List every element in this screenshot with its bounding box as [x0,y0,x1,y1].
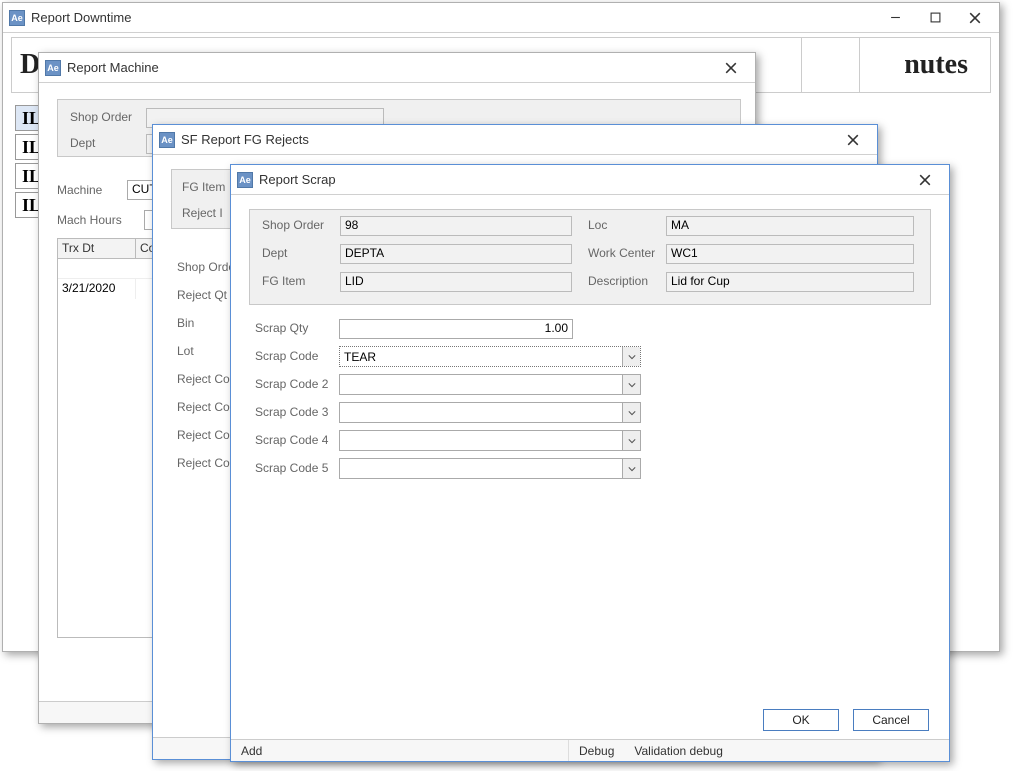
window-title: Report Downtime [31,10,131,25]
desc-field: Lid for Cup [666,272,914,292]
titlebar-scrap[interactable]: Ae Report Scrap [231,165,949,195]
scrap-code2-combo[interactable] [339,374,641,395]
chevron-down-icon[interactable] [622,459,640,478]
label-sc3: Scrap Code 3 [255,405,328,419]
label-scrap-code: Scrap Code [255,349,318,363]
app-icon: Ae [159,132,175,148]
scrap-code3-combo[interactable] [339,402,641,423]
loc-field: MA [666,216,914,236]
grid-cell[interactable]: 3/21/2020 [58,279,136,299]
label-sc5: Scrap Code 5 [255,461,328,475]
wc-field: WC1 [666,244,914,264]
close-button[interactable] [955,5,995,31]
label-sc4: Scrap Code 4 [255,433,328,447]
scrap-qty-field[interactable]: 1.00 [339,319,573,339]
label-machine: Machine [57,183,102,197]
close-button[interactable] [711,55,751,81]
status-validation-debug[interactable]: Validation debug [624,740,733,761]
label-loc: Loc [588,218,607,232]
label-rc2: Reject Co [177,393,235,421]
label-fgitem: FG Item [262,274,305,288]
label-bin: Bin [177,309,235,337]
close-button[interactable] [833,127,873,153]
chevron-down-icon[interactable] [622,347,640,366]
minimize-button[interactable] [875,5,915,31]
status-debug[interactable]: Debug [569,740,624,761]
window-title: Report Scrap [259,172,336,187]
maximize-button[interactable] [915,5,955,31]
label-desc: Description [588,274,648,288]
window-report-scrap: Ae Report Scrap Shop Order 98 Dept DEPTA… [230,164,950,762]
chevron-down-icon[interactable] [622,403,640,422]
scrap-code-combo[interactable]: TEAR [339,346,641,367]
label-scrap-qty: Scrap Qty [255,321,308,335]
chevron-down-icon[interactable] [622,375,640,394]
dept-field: DEPTA [340,244,572,264]
label-rejecti: Reject I [182,206,223,220]
chevron-down-icon[interactable] [622,431,640,450]
scrap-code5-combo[interactable] [339,458,641,479]
app-icon: Ae [9,10,25,26]
label-shoporde: Shop Orde [177,253,235,281]
titlebar-machine[interactable]: Ae Report Machine [39,53,755,83]
status-add[interactable]: Add [231,740,569,761]
label-rc3: Reject Co [177,421,235,449]
shop-order-field: 98 [340,216,572,236]
scrap-header-box: Shop Order 98 Dept DEPTA FG Item LID Loc… [249,209,931,305]
label-dept: Dept [262,246,287,260]
label-dept: Dept [70,136,95,150]
machine-grid[interactable]: Trx Dt Co 3/21/2020 [57,238,167,638]
ok-button[interactable]: OK [763,709,839,731]
scrap-code-value: TEAR [340,350,622,364]
label-shop-order: Shop Order [262,218,324,232]
label-rc4: Reject Co [177,449,235,477]
label-shop-order: Shop Order [70,110,132,124]
cancel-button[interactable]: Cancel [853,709,929,731]
fgitem-field: LID [340,272,572,292]
label-wc: Work Center [588,246,655,260]
label-rejectqty: Reject Qt [177,281,235,309]
label-rc1: Reject Co [177,365,235,393]
label-lot: Lot [177,337,235,365]
downtime-head-right: nutes [904,49,968,81]
app-icon: Ae [237,172,253,188]
window-title: SF Report FG Rejects [181,132,309,147]
label-sc2: Scrap Code 2 [255,377,328,391]
close-button[interactable] [905,167,945,193]
titlebar-fgrejects[interactable]: Ae SF Report FG Rejects [153,125,877,155]
scrap-code4-combo[interactable] [339,430,641,451]
label-mach-hours: Mach Hours [57,213,122,227]
grid-col-trxdt[interactable]: Trx Dt [58,239,136,258]
label-fgitem: FG Item [182,180,225,194]
app-icon: Ae [45,60,61,76]
window-title: Report Machine [67,60,159,75]
titlebar-downtime[interactable]: Ae Report Downtime [3,3,999,33]
